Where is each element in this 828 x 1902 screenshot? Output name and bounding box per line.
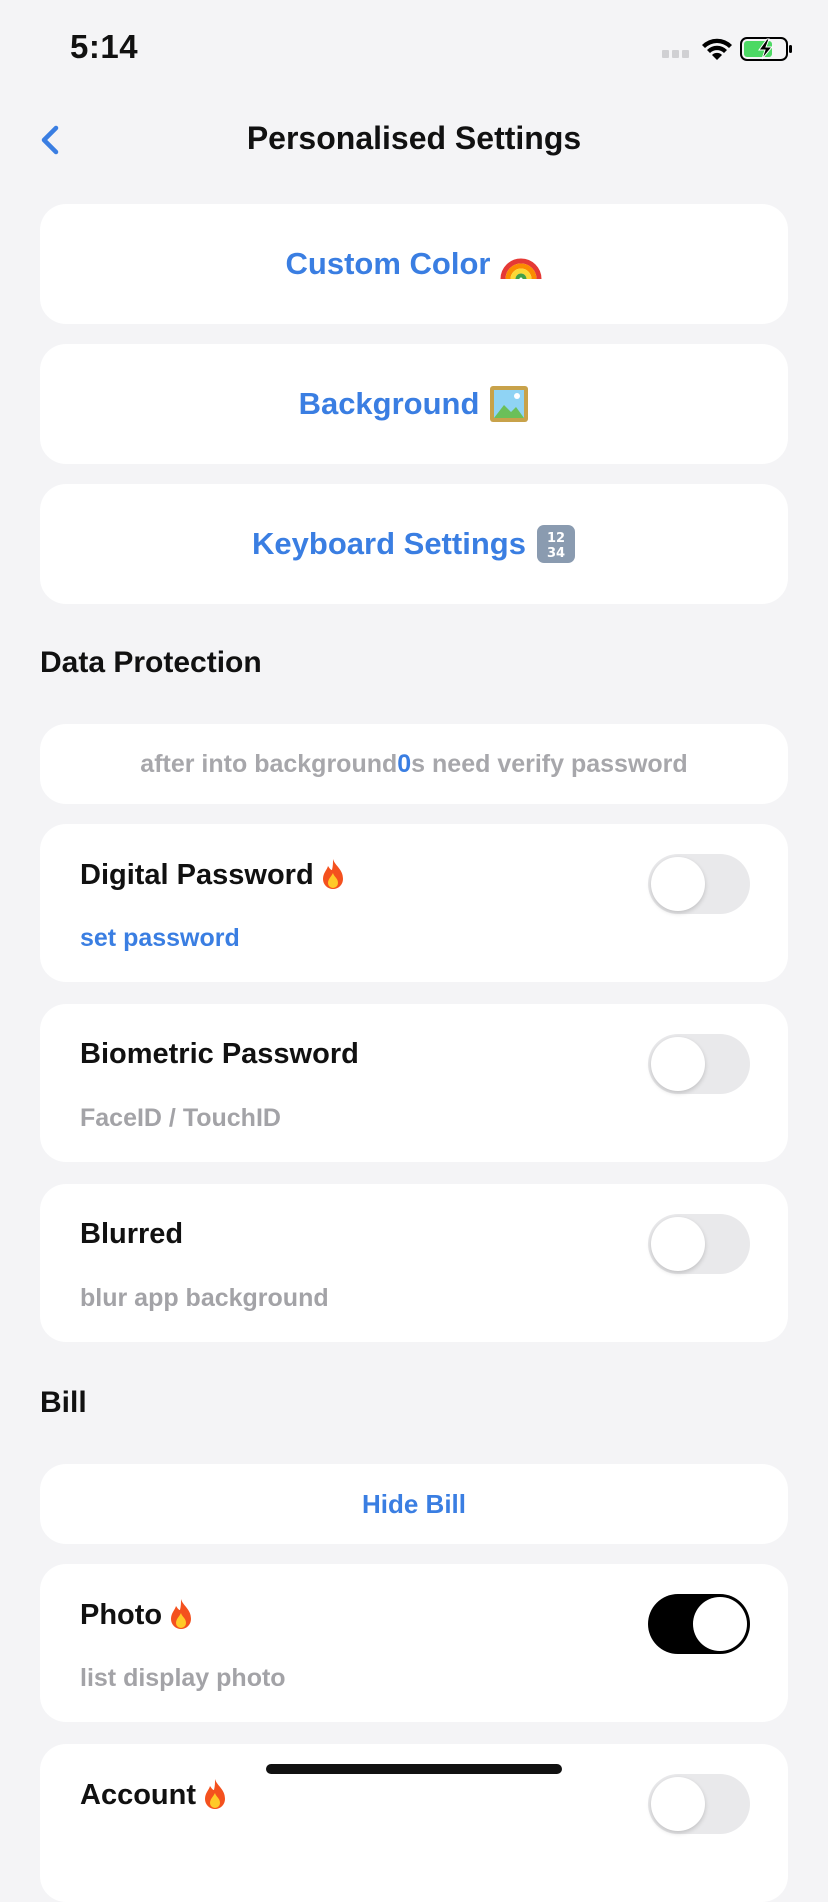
blurred-subtitle: blur app background	[80, 1284, 329, 1312]
custom-color-label: Custom Color	[285, 246, 491, 281]
account-toggle[interactable]	[648, 1774, 750, 1834]
lock-delay-seconds[interactable]: 0	[397, 750, 411, 779]
set-password-link[interactable]: set password	[80, 924, 240, 953]
toggle-knob	[651, 1217, 705, 1271]
photo-subtitle: list display photo	[80, 1664, 286, 1692]
photo-row: Photo list display photo	[40, 1564, 788, 1722]
digital-password-row: Digital Password set password	[40, 824, 788, 982]
bill-heading: Bill	[40, 1386, 87, 1419]
hide-bill-label: Hide Bill	[361, 1488, 466, 1519]
svg-text:12: 12	[547, 531, 565, 546]
fire-icon	[171, 1599, 192, 1629]
digital-password-title-wrap: Digital Password	[80, 858, 348, 892]
background-button[interactable]: Background	[40, 344, 788, 464]
status-time: 5:14	[70, 28, 139, 65]
rainbow-icon	[500, 258, 542, 280]
digital-password-title: Digital Password	[80, 858, 314, 891]
page-title: Personalised Settings	[246, 120, 582, 156]
lock-delay-suffix: s need verify password	[411, 749, 688, 778]
biometric-password-toggle[interactable]	[648, 1034, 750, 1094]
blurred-title: Blurred	[80, 1218, 184, 1250]
home-indicator[interactable]	[266, 1764, 562, 1774]
toggle-knob	[651, 1777, 705, 1831]
lock-delay-prefix: after into background	[140, 749, 398, 778]
custom-color-button[interactable]: Custom Color	[40, 204, 788, 324]
photo-toggle[interactable]	[648, 1594, 750, 1654]
lock-delay-info[interactable]: after into background 0s need verify pas…	[40, 724, 788, 804]
account-title-wrap: Account	[80, 1778, 230, 1812]
cellular-signal-icon	[662, 50, 689, 58]
fire-icon	[205, 1779, 225, 1809]
biometric-password-title: Biometric Password	[80, 1038, 359, 1070]
digital-password-toggle[interactable]	[648, 854, 750, 914]
hide-bill-button[interactable]: Hide Bill	[40, 1464, 788, 1544]
data-protection-heading: Data Protection	[40, 646, 262, 679]
photo-title-wrap: Photo	[80, 1598, 196, 1632]
background-label: Background	[298, 386, 480, 421]
wifi-icon	[702, 38, 732, 60]
blurred-row: Blurred blur app background	[40, 1184, 788, 1342]
biometric-password-row: Biometric Password FaceID / TouchID	[40, 1004, 788, 1162]
fire-icon	[322, 859, 343, 889]
number-keypad-icon: 12 34	[536, 525, 575, 563]
picture-icon	[490, 386, 529, 422]
toggle-knob	[651, 1037, 705, 1091]
toggle-knob	[651, 857, 705, 911]
battery-charging-icon	[740, 37, 792, 61]
blurred-toggle[interactable]	[648, 1214, 750, 1274]
keyboard-settings-label: Keyboard Settings	[252, 526, 526, 561]
photo-title: Photo	[80, 1598, 163, 1631]
biometric-password-subtitle: FaceID / TouchID	[80, 1104, 281, 1132]
account-title: Account	[80, 1778, 196, 1811]
svg-text:34: 34	[547, 546, 565, 561]
keyboard-settings-button[interactable]: Keyboard Settings 12 34	[40, 484, 788, 604]
toggle-knob	[693, 1597, 747, 1651]
